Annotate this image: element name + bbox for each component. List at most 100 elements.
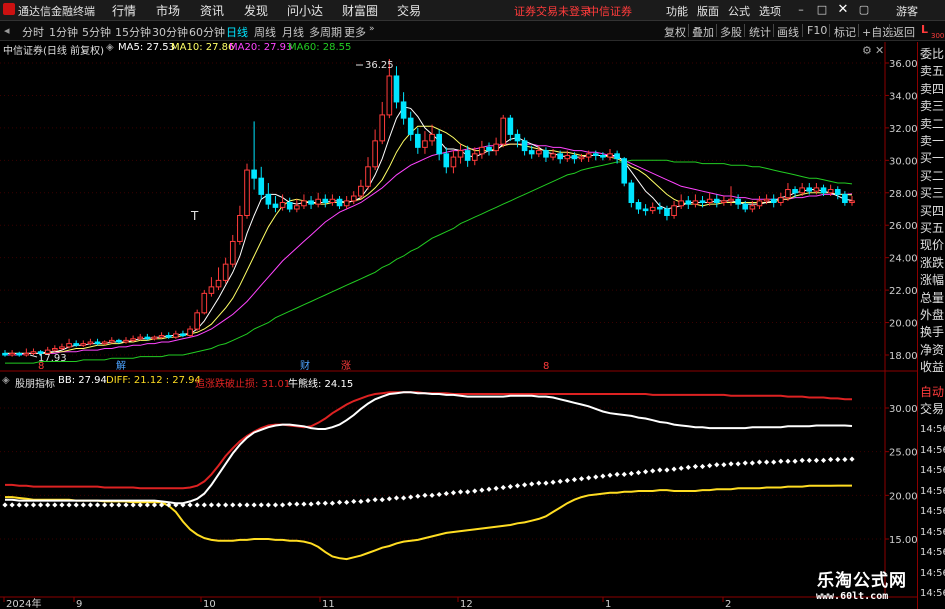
event-marker[interactable]: 8 — [543, 361, 549, 372]
candle — [329, 194, 336, 206]
indicator-name[interactable]: 股朋指标 — [15, 375, 55, 390]
bull-point — [479, 487, 485, 493]
watermark-url: www.60lt.com — [816, 591, 889, 602]
candle-body — [116, 339, 122, 343]
candle-body — [471, 153, 478, 161]
side-item[interactable]: 买一 — [920, 150, 945, 166]
candle-body — [365, 166, 371, 187]
candle-body — [66, 343, 72, 348]
side-item[interactable]: 总量 — [920, 290, 945, 306]
bull-point — [571, 477, 578, 483]
candle-body — [386, 75, 393, 116]
chart-area[interactable]: 36.00 34.00 32.00 30.00 28.00 26.00 24.00 22.00… — [0, 0, 917, 609]
bull-point — [294, 501, 300, 507]
candle-body — [429, 133, 435, 142]
event-markers: 8 解 财 涨 8 — [38, 359, 549, 372]
candle — [628, 179, 635, 208]
candle — [343, 196, 350, 209]
candle-body — [237, 214, 243, 242]
indicator-toggle-icon[interactable]: ◈ — [2, 375, 10, 386]
ma10-label: MA10: 27.86 — [171, 42, 235, 53]
bull-point — [265, 502, 271, 508]
side-panel: 委比 卖五卖四 卖三卖二 卖一 买一买二 买三买四 买五 现价涨跌 涨幅总量 外盘 换手净资 收益自动… — [917, 42, 945, 609]
event-marker[interactable]: 8 — [38, 361, 44, 372]
side-item[interactable]: 卖三 — [920, 98, 945, 114]
auto-trade-label[interactable]: 自动 — [920, 384, 945, 400]
bull-point — [194, 502, 200, 508]
price-tick-label: 18.00 — [889, 351, 917, 362]
candle — [671, 200, 677, 219]
ma5-line — [5, 106, 853, 354]
chart-settings-icon[interactable]: ⚙ — [862, 44, 872, 57]
time-tick-label: 12 — [460, 599, 473, 609]
side-item[interactable]: 委比 — [920, 46, 945, 62]
candle-body — [578, 156, 585, 160]
bull-point — [308, 501, 314, 507]
candle-body — [628, 182, 635, 204]
side-item[interactable]: 买五 — [920, 220, 945, 236]
level-indicator[interactable]: L — [921, 23, 928, 36]
event-marker[interactable]: 解 — [116, 359, 126, 372]
candle-body — [770, 198, 777, 204]
side-item[interactable]: 买二 — [920, 168, 945, 184]
bull-point — [457, 489, 464, 495]
bull-point — [244, 502, 250, 508]
bull-point — [785, 458, 791, 464]
bull-point — [778, 458, 784, 464]
collapse-icon[interactable]: ◈ — [106, 42, 114, 53]
ma20-label: MA20: 27.93 — [229, 42, 293, 53]
side-item[interactable]: 涨幅 — [920, 272, 945, 288]
candle-body — [827, 189, 834, 194]
candle-body — [785, 189, 791, 199]
trade-label[interactable]: 交易 — [920, 401, 945, 417]
candle-body — [358, 185, 364, 197]
bull-point — [806, 457, 812, 463]
candle-body — [173, 333, 179, 338]
bull-point — [714, 462, 720, 468]
bull-point — [692, 463, 699, 470]
chart-close-icon[interactable]: ✕ — [875, 44, 884, 57]
bull-point — [493, 485, 499, 491]
candle-body — [671, 205, 677, 216]
side-item[interactable]: 卖四 — [920, 81, 945, 97]
side-item[interactable]: 换手 — [920, 324, 945, 340]
candle-body — [187, 328, 193, 337]
bull-point — [94, 502, 101, 508]
candle-body — [464, 150, 471, 161]
bull-point — [9, 502, 15, 508]
stock-title[interactable]: 中信证券(日线 前复权) — [3, 42, 104, 57]
bull-point — [351, 498, 357, 505]
event-marker[interactable]: 财 — [300, 359, 310, 372]
bull-point — [315, 500, 321, 506]
candle-body — [699, 200, 706, 204]
side-item[interactable]: 涨跌 — [920, 255, 945, 271]
side-item[interactable]: 卖一 — [920, 133, 945, 149]
side-item[interactable]: 卖五 — [920, 63, 945, 79]
candle — [379, 101, 386, 145]
candle-body — [272, 203, 279, 208]
candle — [251, 121, 257, 190]
side-item[interactable]: 收益 — [920, 359, 945, 375]
side-item[interactable]: 卖二 — [920, 116, 945, 132]
candle-body — [251, 169, 257, 179]
bull-point — [607, 472, 613, 478]
side-item[interactable]: 买四 — [920, 203, 945, 219]
ma60-label: MA60: 28.55 — [288, 42, 352, 53]
bull-point — [799, 457, 805, 463]
candle-body — [614, 153, 620, 160]
event-marker[interactable]: 涨 — [341, 360, 351, 372]
side-item[interactable]: 买三 — [920, 185, 945, 201]
side-item[interactable]: 外盘 — [920, 307, 945, 323]
candle — [692, 194, 699, 208]
tick-time: 14:56 — [920, 485, 945, 497]
side-item[interactable]: 现价 — [920, 237, 945, 253]
bull-point — [87, 502, 94, 508]
price-tick-label: 22.00 — [889, 286, 917, 297]
candle-body — [158, 335, 165, 338]
bull-point — [66, 502, 72, 508]
side-item[interactable]: 净资 — [920, 342, 945, 358]
bull-point — [73, 502, 79, 508]
candle-body — [657, 206, 663, 210]
candle-body — [2, 352, 8, 356]
candle — [713, 194, 720, 208]
